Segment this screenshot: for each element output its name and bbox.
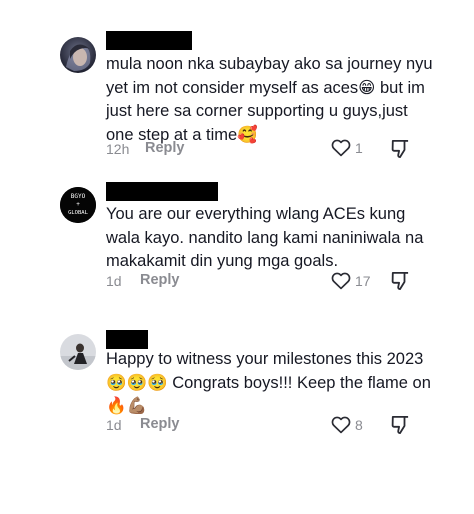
reply-button[interactable]: Reply xyxy=(140,272,180,288)
like-count: 17 xyxy=(355,272,371,289)
comment-2: BGYO + GLOBAL You are our everything wla… xyxy=(0,170,474,310)
svg-text:BGYO: BGYO xyxy=(71,193,86,200)
comment-text: Happy to witness your milestones this 20… xyxy=(106,350,436,415)
like-button[interactable]: 1 xyxy=(331,138,363,157)
like-count: 8 xyxy=(355,416,363,433)
comment-3: Happy to witness your milestones this 20… xyxy=(0,310,474,460)
svg-text:+: + xyxy=(76,201,80,208)
like-count: 1 xyxy=(355,139,363,156)
username-redacted[interactable] xyxy=(106,182,218,201)
reply-button[interactable]: Reply xyxy=(145,140,185,156)
like-button[interactable]: 17 xyxy=(331,271,371,290)
username-redacted[interactable] xyxy=(106,31,192,50)
avatar[interactable] xyxy=(60,334,96,370)
reply-button[interactable]: Reply xyxy=(140,416,180,432)
heart-icon xyxy=(331,139,351,157)
avatar-image: BGYO + GLOBAL xyxy=(60,187,96,223)
comment-1: mula noon nka subaybay ako sa journey ny… xyxy=(0,0,474,170)
avatar-image xyxy=(60,37,96,73)
comment-text: You are our everything wlang ACEs kung w… xyxy=(106,205,428,270)
dislike-button[interactable] xyxy=(391,139,409,164)
comment-time: 1d xyxy=(106,273,122,289)
thumbs-down-icon xyxy=(391,416,409,434)
thumbs-down-icon xyxy=(391,140,409,158)
avatar[interactable]: BGYO + GLOBAL xyxy=(60,187,96,223)
thumbs-down-icon xyxy=(391,272,409,290)
comment-text: mula noon nka subaybay ako sa journey ny… xyxy=(106,55,438,144)
avatar-image xyxy=(60,334,96,370)
dislike-button[interactable] xyxy=(391,415,409,440)
like-button[interactable]: 8 xyxy=(331,415,363,434)
avatar[interactable] xyxy=(60,37,96,73)
comment-time: 1d xyxy=(106,417,122,433)
dislike-button[interactable] xyxy=(391,271,409,296)
comment-time: 12h xyxy=(106,141,130,157)
username-redacted[interactable] xyxy=(106,330,148,349)
svg-text:GLOBAL: GLOBAL xyxy=(68,210,89,216)
heart-icon xyxy=(331,272,351,290)
heart-icon xyxy=(331,416,351,434)
